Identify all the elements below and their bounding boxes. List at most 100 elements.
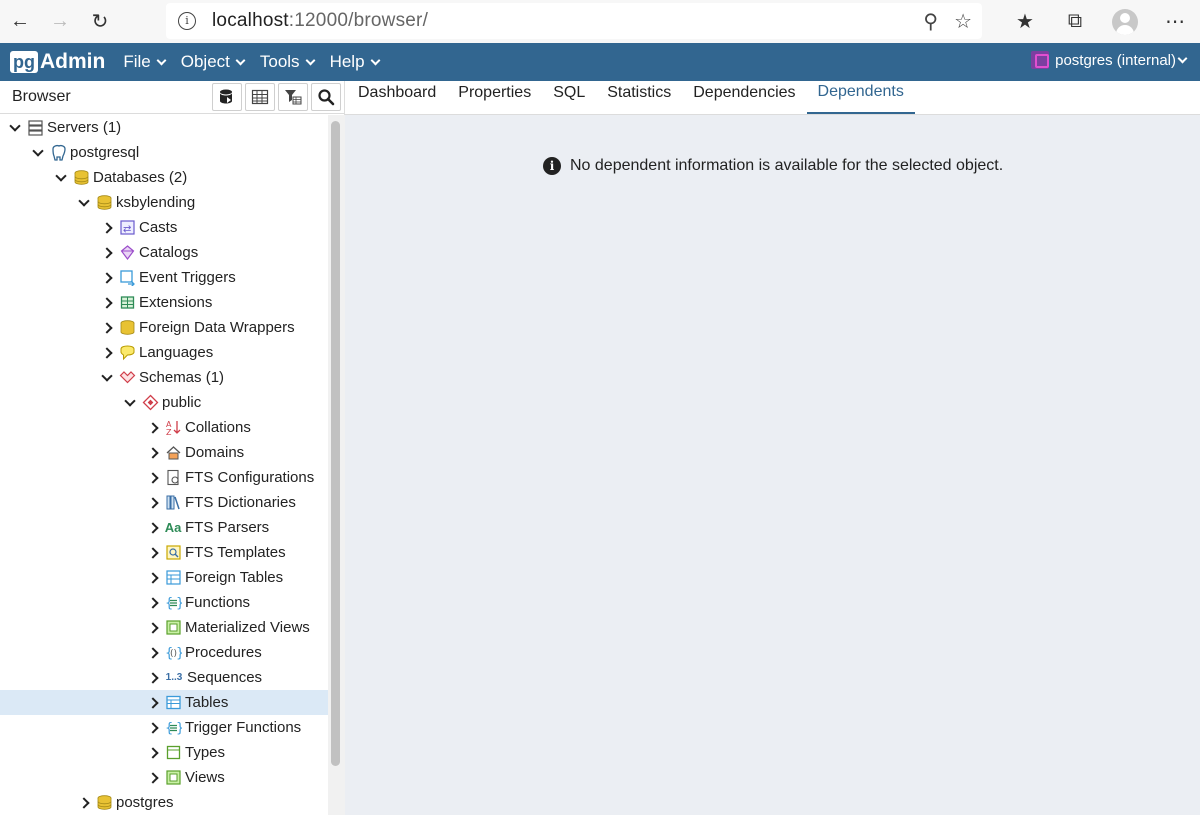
tree-node-tables[interactable]: Tables xyxy=(0,690,328,715)
tree-scrollbar[interactable] xyxy=(328,115,345,815)
favorites-icon[interactable]: ★ xyxy=(1000,9,1050,34)
tree-node-foreign-tables[interactable]: Foreign Tables xyxy=(0,565,328,590)
tree-node-postgresql[interactable]: postgresql xyxy=(0,140,328,165)
tree-node-catalogs[interactable]: Catalogs xyxy=(0,240,328,265)
tree-node-types[interactable]: Types xyxy=(0,740,328,765)
chevron-right-icon[interactable] xyxy=(77,796,91,810)
user-menu[interactable]: postgres (internal) xyxy=(1031,51,1188,69)
filtered-rows-button[interactable] xyxy=(278,83,308,111)
chevron-down-icon[interactable] xyxy=(100,371,114,385)
chevron-right-icon[interactable] xyxy=(146,446,160,460)
scrollbar-thumb[interactable] xyxy=(331,121,340,766)
profile-avatar[interactable] xyxy=(1112,8,1138,35)
chevron-right-icon[interactable] xyxy=(146,596,160,610)
tree-node-fts-parsers[interactable]: Aa FTS Parsers xyxy=(0,515,328,540)
tree-node-label: Procedures xyxy=(185,644,262,661)
tree-node-databases-2[interactable]: Databases (2) xyxy=(0,165,328,190)
chevron-right-icon[interactable] xyxy=(146,746,160,760)
tree-node-ksbylending[interactable]: ksbylending xyxy=(0,190,328,215)
chevron-right-icon[interactable] xyxy=(100,346,114,360)
chevron-down-icon[interactable] xyxy=(77,196,91,210)
address-bar[interactable]: i localhost:12000/browser/ ⚲ ☆ xyxy=(166,3,982,39)
tree-node-trigger-functions[interactable]: {}Trigger Functions xyxy=(0,715,328,740)
tab-properties[interactable]: Properties xyxy=(447,80,542,114)
menu-file[interactable]: File xyxy=(123,52,167,72)
tree-node-casts[interactable]: ⇄ Casts xyxy=(0,215,328,240)
search-objects-button[interactable] xyxy=(311,83,341,111)
chevron-right-icon[interactable] xyxy=(146,721,160,735)
tree-node-label: FTS Templates xyxy=(185,544,286,561)
more-options-icon[interactable]: ⋯ xyxy=(1150,9,1200,34)
address-url[interactable]: localhost:12000/browser/ xyxy=(212,10,428,32)
chevron-right-icon[interactable] xyxy=(146,646,160,660)
tree-node-label: Schemas (1) xyxy=(139,369,225,386)
tab-statistics[interactable]: Statistics xyxy=(596,80,682,114)
tree-node-fts-dictionaries[interactable]: FTS Dictionaries xyxy=(0,490,328,515)
chevron-right-icon[interactable] xyxy=(100,221,114,235)
back-icon[interactable]: ← xyxy=(0,4,40,40)
chevron-right-icon[interactable] xyxy=(146,546,160,560)
chevron-right-icon[interactable] xyxy=(146,521,160,535)
catalogs-icon xyxy=(118,244,136,262)
collections-icon[interactable]: ⧉ xyxy=(1050,10,1100,33)
chevron-right-icon[interactable] xyxy=(100,246,114,260)
sequences-icon: 1..3 xyxy=(164,669,184,687)
chevron-right-icon[interactable] xyxy=(100,321,114,335)
object-tree: Servers (1) postgresql Databases (2) ksbyle… xyxy=(0,115,328,815)
tree-node-foreign-data-wrappers[interactable]: Foreign Data Wrappers xyxy=(0,315,328,340)
tree-node-postgres[interactable]: postgres xyxy=(0,790,328,815)
tree-node-label: FTS Parsers xyxy=(185,519,270,536)
chevron-right-icon[interactable] xyxy=(146,771,160,785)
views-icon xyxy=(164,769,182,787)
tree-node-languages[interactable]: Languages xyxy=(0,340,328,365)
chevron-right-icon[interactable] xyxy=(146,571,160,585)
chevron-right-icon[interactable] xyxy=(146,471,160,485)
tab-dependents[interactable]: Dependents xyxy=(806,80,915,114)
reload-icon[interactable]: ↻ xyxy=(80,4,120,40)
query-tool-button[interactable] xyxy=(212,83,242,111)
tree-node-schemas-1[interactable]: Schemas (1) xyxy=(0,365,328,390)
fts-parsers-icon: Aa xyxy=(164,519,182,537)
favorite-star-icon[interactable]: ☆ xyxy=(954,9,972,34)
tree-node-fts-templates[interactable]: FTS Templates xyxy=(0,540,328,565)
tree-node-extensions[interactable]: Extensions xyxy=(0,290,328,315)
chevron-right-icon[interactable] xyxy=(146,621,160,635)
pgadmin-logo: pg Admin xyxy=(10,50,105,74)
tree-node-servers-1[interactable]: Servers (1) xyxy=(0,115,328,140)
tree-node-domains[interactable]: Domains xyxy=(0,440,328,465)
chevron-right-icon[interactable] xyxy=(146,696,160,710)
tree-node-public[interactable]: public xyxy=(0,390,328,415)
tree-node-sequences[interactable]: 1..3 Sequences xyxy=(0,665,328,690)
chevron-right-icon[interactable] xyxy=(146,496,160,510)
tree-node-functions[interactable]: {}Functions xyxy=(0,590,328,615)
chevron-right-icon[interactable] xyxy=(146,421,160,435)
chevron-down-icon[interactable] xyxy=(8,121,22,135)
tab-dashboard[interactable]: Dashboard xyxy=(347,80,447,114)
chevron-right-icon[interactable] xyxy=(100,296,114,310)
view-data-button[interactable] xyxy=(245,83,275,111)
menu-object[interactable]: Object xyxy=(181,52,246,72)
chevron-right-icon[interactable] xyxy=(146,671,160,685)
tree-node-procedures[interactable]: {}()Procedures xyxy=(0,640,328,665)
chevron-down-icon[interactable] xyxy=(123,396,137,410)
chevron-right-icon[interactable] xyxy=(100,271,114,285)
menu-label: Help xyxy=(329,52,365,71)
chevron-down-icon[interactable] xyxy=(31,146,45,160)
tab-sql[interactable]: SQL xyxy=(542,80,596,114)
schemas-icon xyxy=(118,369,136,387)
forward-icon[interactable]: → xyxy=(40,4,80,40)
tree-node-label: Tables xyxy=(185,694,229,711)
tree-node-materialized-views[interactable]: Materialized Views xyxy=(0,615,328,640)
foreign-tables-icon xyxy=(164,569,182,587)
icon-glyph: Aa xyxy=(164,520,182,535)
tree-node-views[interactable]: Views xyxy=(0,765,328,790)
chevron-down-icon[interactable] xyxy=(54,171,68,185)
tree-node-fts-configurations[interactable]: FTS Configurations xyxy=(0,465,328,490)
key-icon[interactable]: ⚲ xyxy=(923,9,938,34)
tree-node-collations[interactable]: A Z Collations xyxy=(0,415,328,440)
site-info-icon[interactable]: i xyxy=(178,12,196,30)
tab-dependencies[interactable]: Dependencies xyxy=(682,80,806,114)
menu-tools[interactable]: Tools xyxy=(260,52,316,72)
menu-help[interactable]: Help xyxy=(329,52,380,72)
tree-node-event-triggers[interactable]: Event Triggers xyxy=(0,265,328,290)
